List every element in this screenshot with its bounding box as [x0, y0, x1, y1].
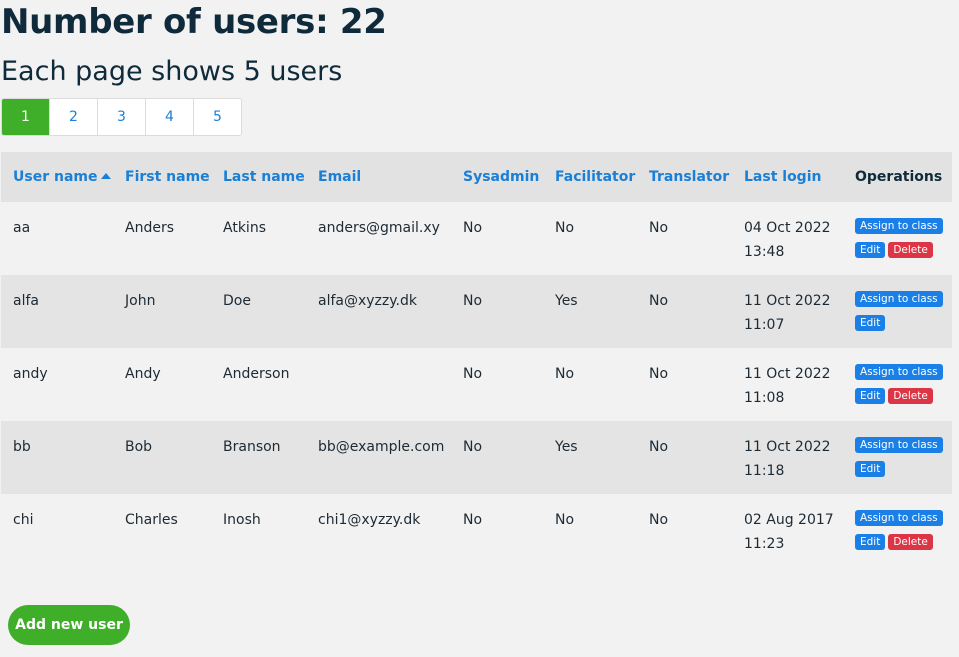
table-row: alfa John Doe alfa@xyzzy.dk No Yes No 11… — [1, 275, 952, 348]
assign-to-class-button[interactable]: Assign to class — [855, 437, 943, 453]
cell-operations: Assign to class Edit Delete — [843, 348, 952, 421]
cell-sysadmin: No — [451, 202, 543, 275]
table-header-row: User name First name Last name Email Sys… — [1, 152, 952, 202]
cell-lastlogin: 02 Aug 2017 11:23 — [732, 494, 843, 567]
edit-button[interactable]: Edit — [855, 315, 886, 331]
cell-firstname: Andy — [113, 348, 211, 421]
cell-email: chi1@xyzzy.dk — [306, 494, 451, 567]
users-table: User name First name Last name Email Sys… — [1, 152, 952, 567]
table-row: bb Bob Branson bb@example.com No Yes No … — [1, 421, 952, 494]
cell-username: bb — [1, 421, 113, 494]
page-button-4[interactable]: 4 — [145, 99, 193, 135]
cell-translator: No — [637, 348, 732, 421]
page-button-3[interactable]: 3 — [97, 99, 145, 135]
cell-sysadmin: No — [451, 421, 543, 494]
cell-facilitator: No — [543, 202, 637, 275]
cell-firstname: Bob — [113, 421, 211, 494]
delete-button[interactable]: Delete — [888, 534, 933, 550]
cell-facilitator: Yes — [543, 421, 637, 494]
page-button-1[interactable]: 1 — [2, 99, 49, 135]
page-button-5[interactable]: 5 — [193, 99, 241, 135]
cell-username: andy — [1, 348, 113, 421]
login-date: 02 Aug 2017 — [744, 512, 834, 528]
column-header-lastname[interactable]: Last name — [211, 152, 306, 202]
cell-lastname: Inosh — [211, 494, 306, 567]
login-time: 11:07 — [744, 317, 785, 333]
page-title: Number of users: 22 — [1, 2, 387, 42]
edit-button[interactable]: Edit — [855, 388, 886, 404]
pagination: 1 2 3 4 5 — [1, 98, 242, 136]
cell-lastlogin: 11 Oct 2022 11:18 — [732, 421, 843, 494]
add-new-user-button[interactable]: Add new user — [8, 605, 130, 645]
column-header-username[interactable]: User name — [1, 152, 113, 202]
column-header-facilitator[interactable]: Facilitator — [543, 152, 637, 202]
cell-lastname: Anderson — [211, 348, 306, 421]
delete-button[interactable]: Delete — [888, 242, 933, 258]
column-header-operations: Operations — [843, 152, 952, 202]
cell-lastname: Branson — [211, 421, 306, 494]
login-date: 11 Oct 2022 — [744, 366, 831, 382]
cell-facilitator: No — [543, 494, 637, 567]
page-subtitle: Each page shows 5 users — [1, 56, 343, 87]
login-time: 13:48 — [744, 244, 785, 260]
table-row: chi Charles Inosh chi1@xyzzy.dk No No No… — [1, 494, 952, 567]
cell-translator: No — [637, 275, 732, 348]
cell-lastlogin: 11 Oct 2022 11:07 — [732, 275, 843, 348]
column-header-translator[interactable]: Translator — [637, 152, 732, 202]
column-header-email[interactable]: Email — [306, 152, 451, 202]
cell-lastlogin: 11 Oct 2022 11:08 — [732, 348, 843, 421]
cell-username: chi — [1, 494, 113, 567]
cell-sysadmin: No — [451, 275, 543, 348]
cell-sysadmin: No — [451, 348, 543, 421]
page-button-2[interactable]: 2 — [49, 99, 97, 135]
login-date: 11 Oct 2022 — [744, 439, 831, 455]
cell-email — [306, 348, 451, 421]
edit-button[interactable]: Edit — [855, 242, 886, 258]
cell-lastname: Atkins — [211, 202, 306, 275]
cell-translator: No — [637, 202, 732, 275]
assign-to-class-button[interactable]: Assign to class — [855, 510, 943, 526]
cell-email: alfa@xyzzy.dk — [306, 275, 451, 348]
login-date: 11 Oct 2022 — [744, 293, 831, 309]
cell-username: aa — [1, 202, 113, 275]
login-time: 11:23 — [744, 536, 785, 552]
cell-lastlogin: 04 Oct 2022 13:48 — [732, 202, 843, 275]
cell-facilitator: Yes — [543, 275, 637, 348]
login-time: 11:18 — [744, 463, 785, 479]
cell-translator: No — [637, 494, 732, 567]
login-time: 11:08 — [744, 390, 785, 406]
delete-button[interactable]: Delete — [888, 388, 933, 404]
login-date: 04 Oct 2022 — [744, 220, 831, 236]
cell-firstname: John — [113, 275, 211, 348]
cell-operations: Assign to class Edit — [843, 421, 952, 494]
cell-operations: Assign to class Edit — [843, 275, 952, 348]
sort-ascending-icon — [101, 173, 112, 179]
cell-operations: Assign to class Edit Delete — [843, 202, 952, 275]
cell-username: alfa — [1, 275, 113, 348]
column-header-lastlogin[interactable]: Last login — [732, 152, 843, 202]
column-header-sysadmin[interactable]: Sysadmin — [451, 152, 543, 202]
cell-firstname: Charles — [113, 494, 211, 567]
cell-lastname: Doe — [211, 275, 306, 348]
column-header-firstname[interactable]: First name — [113, 152, 211, 202]
assign-to-class-button[interactable]: Assign to class — [855, 291, 943, 307]
edit-button[interactable]: Edit — [855, 461, 886, 477]
table-row: aa Anders Atkins anders@gmail.xy No No N… — [1, 202, 952, 275]
assign-to-class-button[interactable]: Assign to class — [855, 218, 943, 234]
cell-sysadmin: No — [451, 494, 543, 567]
table-row: andy Andy Anderson No No No 11 Oct 2022 1… — [1, 348, 952, 421]
cell-facilitator: No — [543, 348, 637, 421]
cell-firstname: Anders — [113, 202, 211, 275]
cell-translator: No — [637, 421, 732, 494]
edit-button[interactable]: Edit — [855, 534, 886, 550]
cell-operations: Assign to class Edit Delete — [843, 494, 952, 567]
users-page: Number of users: 22 Each page shows 5 us… — [0, 0, 959, 657]
cell-email: bb@example.com — [306, 421, 451, 494]
assign-to-class-button[interactable]: Assign to class — [855, 364, 943, 380]
cell-email: anders@gmail.xy — [306, 202, 451, 275]
